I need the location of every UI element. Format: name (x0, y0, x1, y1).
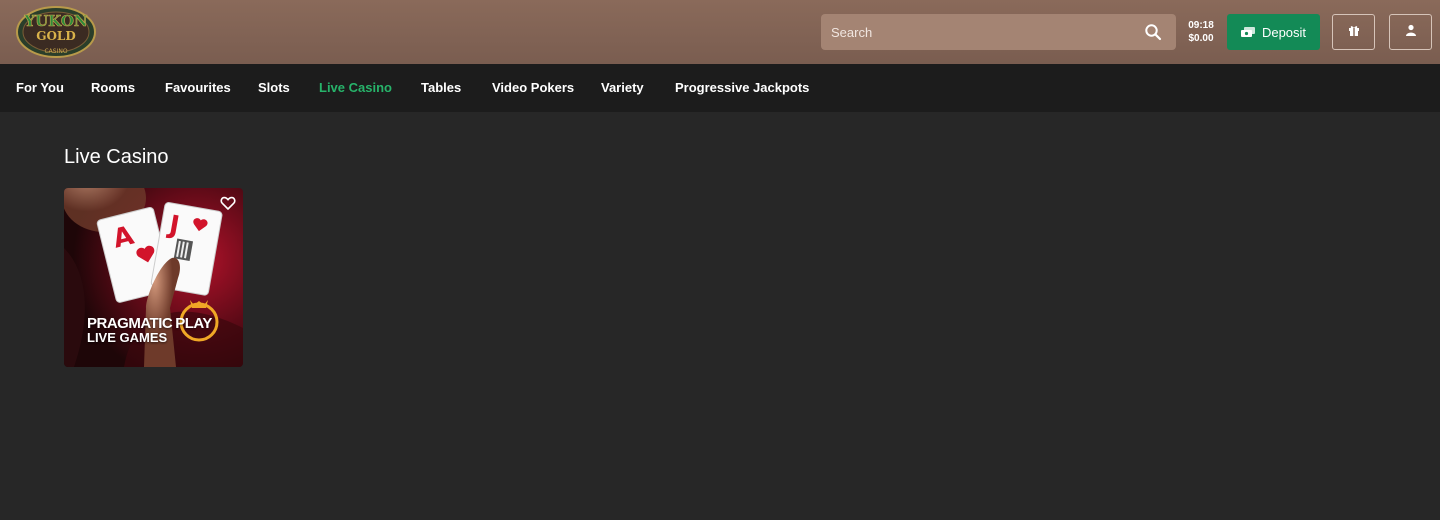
search-box[interactable] (821, 14, 1176, 50)
search-icon[interactable] (1144, 23, 1162, 41)
nav-item-rooms[interactable]: Rooms (91, 64, 135, 112)
favourite-heart-icon[interactable] (220, 195, 236, 211)
nav-item-slots[interactable]: Slots (258, 64, 290, 112)
gift-icon (1348, 23, 1360, 41)
gift-button[interactable] (1332, 14, 1375, 50)
deposit-button[interactable]: Deposit (1227, 14, 1320, 50)
page-title: Live Casino (64, 146, 169, 168)
nav-item-progressive-jackpots[interactable]: Progressive Jackpots (675, 64, 809, 112)
account-button[interactable] (1389, 14, 1432, 50)
cash-icon (1240, 25, 1255, 40)
nav-item-favourites[interactable]: Favourites (165, 64, 231, 112)
deposit-label: Deposit (1261, 24, 1307, 40)
nav-item-live-casino[interactable]: Live Casino (319, 64, 392, 112)
nav-item-variety[interactable]: Variety (601, 64, 644, 112)
nav-item-tables[interactable]: Tables (421, 64, 461, 112)
search-input[interactable] (821, 14, 1131, 50)
clock-balance: 09:18 $0.00 (1183, 19, 1219, 45)
brand-subtext: LIVE GAMES (87, 330, 168, 345)
game-tile-pragmatic-play-live[interactable]: A J PRAGMATIC PLAY LIVE GAMES (64, 188, 243, 367)
user-icon (1405, 23, 1417, 41)
nav-item-video-pokers[interactable]: Video Pokers (492, 64, 574, 112)
category-nav: For You Rooms Favourites Slots Live Casi… (0, 64, 1440, 112)
svg-text:CASINO: CASINO (44, 48, 67, 55)
brand-text: PRAGMATIC PLAY (87, 316, 237, 331)
clock-time: 09:18 (1188, 20, 1214, 31)
account-balance: $0.00 (1188, 33, 1214, 44)
top-header: YUKON GOLD CASINO 09:18 $0.00 Deposit (0, 0, 1440, 64)
yukon-gold-logo[interactable]: YUKON GOLD CASINO (14, 4, 98, 60)
nav-item-for-you[interactable]: For You (16, 64, 64, 112)
svg-text:GOLD: GOLD (36, 29, 76, 43)
svg-text:YUKON: YUKON (23, 12, 87, 30)
